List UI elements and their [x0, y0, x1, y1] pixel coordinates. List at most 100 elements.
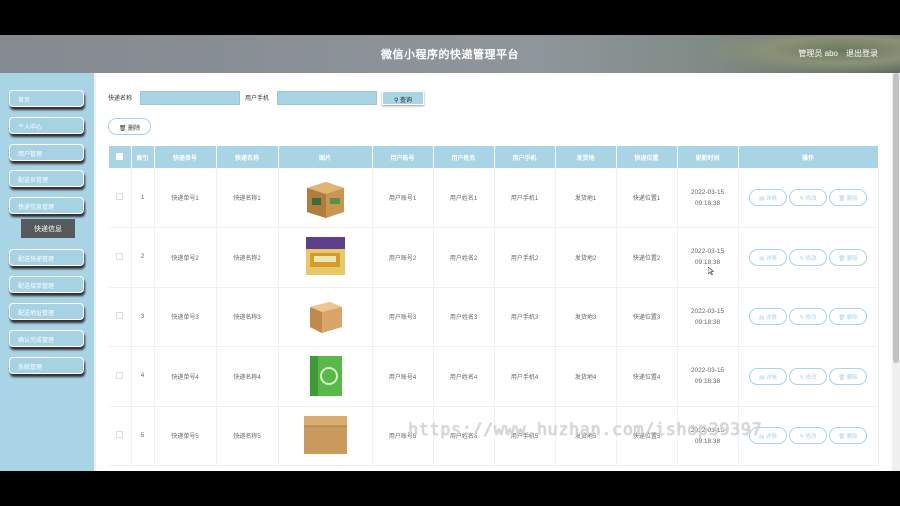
row-checkbox[interactable]: [109, 227, 132, 288]
row-actions: ▤ 详情 ✎ 修改 🗑 删除: [738, 168, 879, 228]
package-image: [301, 352, 349, 399]
select-all-checkbox[interactable]: [109, 146, 132, 168]
edit-button[interactable]: ✎ 修改: [789, 427, 827, 445]
edit-icon: ✎: [799, 434, 805, 441]
search-name-label: 快递名称: [108, 96, 133, 102]
delete-button[interactable]: 🗑 删除: [829, 367, 867, 385]
search-phone-label: 用户手机: [245, 96, 270, 102]
sidebar-item-system[interactable]: 系统管理: [9, 357, 84, 374]
batch-delete-label: 删除: [128, 126, 141, 132]
row-tracking: 快递单号2: [154, 227, 217, 288]
detail-button[interactable]: ▤ 详情: [749, 367, 787, 385]
top-header: 微信小程序的快递管理平台 管理员 abo 退出登录: [0, 35, 900, 73]
edit-button[interactable]: ✎ 修改: [789, 367, 827, 385]
scrollbar-thumb[interactable]: [893, 73, 899, 363]
row-origin: 发货地2: [555, 227, 617, 288]
row-location: 快递位置4: [616, 346, 678, 407]
row-checkbox[interactable]: [109, 287, 132, 347]
row-tracking: 快递单号5: [154, 406, 217, 466]
row-index: 5: [131, 406, 155, 466]
row-name: 快递名称3: [216, 287, 279, 347]
watermark: https://www.huzhan.com/ishop39397: [408, 420, 763, 440]
sidebar-item-users[interactable]: 用户管理: [9, 144, 84, 161]
row-time: 2022-03-15 09:18:38: [677, 168, 739, 228]
edit-icon: ✎: [799, 374, 805, 381]
row-tracking: 快递单号4: [154, 346, 217, 407]
sidebar-item-profile[interactable]: 个人中心: [9, 117, 84, 134]
sidebar-item-express-info[interactable]: 快递信息管理: [9, 197, 84, 214]
row-image-cell: [278, 346, 373, 407]
row-account: 用户账号4: [372, 346, 434, 407]
row-name: 快递名称2: [216, 227, 279, 288]
row-username: 用户姓名4: [433, 346, 495, 407]
current-user: 管理员 abo: [798, 49, 838, 58]
delete-button[interactable]: 🗑 删除: [829, 248, 867, 266]
search-icon: ⚲: [393, 98, 399, 104]
detail-button[interactable]: ▤ 详情: [749, 189, 787, 206]
scrollbar[interactable]: [892, 73, 900, 471]
row-location: 快递位置3: [616, 287, 678, 347]
col-phone: 用户手机: [494, 146, 556, 168]
row-index: 3: [131, 287, 155, 347]
sidebar-item-orders[interactable]: 配送接单管理: [9, 276, 84, 293]
package-image: [301, 292, 349, 339]
delete-button[interactable]: 🗑 删除: [829, 427, 867, 445]
row-checkbox[interactable]: [109, 406, 132, 466]
row-origin: 发货地4: [555, 346, 617, 407]
sidebar-item-couriers[interactable]: 配送员管理: [9, 170, 84, 187]
page-title: 微信小程序的快递管理平台: [381, 49, 519, 61]
sidebar-item-completion[interactable]: 确认完成管理: [9, 330, 84, 347]
row-image-cell: [278, 406, 373, 466]
search-name-input[interactable]: [140, 91, 240, 105]
sidebar-item-addresses[interactable]: 配送地址管理: [9, 303, 84, 320]
edit-icon: ✎: [799, 196, 805, 202]
table-row: 1 快递单号1 快递名称1 用户账号1 用户姓名1 用户手机1 发货地1 快递位置1 2022-…: [109, 168, 879, 228]
row-actions: ▤ 详情 ✎ 修改 🗑 删除: [738, 346, 879, 407]
row-username: 用户姓名1: [433, 168, 495, 228]
col-image: 图片: [278, 146, 373, 168]
package-image: [301, 411, 349, 458]
row-tracking: 快递单号3: [154, 287, 217, 347]
edit-button[interactable]: ✎ 修改: [789, 189, 827, 206]
table-header-row: 索引 快递单号 快递名称 图片 用户账号 用户姓名 用户手机 发货地 快递位置 …: [109, 146, 879, 168]
table-row: 2 快递单号2 快递名称2 用户账号2 用户姓名2 用户手机2 发货地2 快递位置2 2022-…: [109, 227, 879, 288]
table-row: 3 快递单号3 快递名称3 用户账号3 用户姓名3 用户手机3 发货地3 快递位置3 2022-…: [109, 287, 879, 347]
logout-link[interactable]: 退出登录: [846, 48, 878, 59]
row-account: 用户账号3: [372, 287, 434, 347]
row-checkbox[interactable]: [109, 346, 132, 407]
detail-button[interactable]: ▤ 详情: [749, 248, 787, 266]
row-actions: ▤ 详情 ✎ 修改 🗑 删除: [738, 227, 879, 288]
detail-icon: ▤: [759, 255, 765, 262]
detail-icon: ▤: [759, 374, 765, 381]
row-checkbox[interactable]: [109, 168, 132, 228]
delete-button[interactable]: 🗑 删除: [829, 308, 867, 326]
search-phone-input[interactable]: [277, 91, 377, 105]
detail-icon: ▤: [759, 315, 765, 322]
mouse-cursor-icon: [707, 262, 715, 276]
row-time: 2022-03-15 09:18:38: [677, 227, 739, 288]
trash-icon: 🗑: [838, 434, 846, 441]
row-image-cell: [278, 168, 373, 228]
trash-icon: 🗑: [118, 126, 127, 132]
trash-icon: 🗑: [838, 315, 846, 322]
detail-icon: ▤: [759, 196, 765, 202]
detail-button[interactable]: ▤ 详情: [749, 308, 787, 326]
sidebar-subitem-express-info[interactable]: 快递信息: [21, 219, 75, 238]
row-time: 2022-03-15 09:18:38: [677, 346, 739, 407]
edit-button[interactable]: ✎ 修改: [789, 308, 827, 326]
query-button[interactable]: ⚲ 查询: [382, 91, 424, 105]
batch-delete-button[interactable]: 🗑 删除: [108, 118, 151, 135]
edit-button[interactable]: ✎ 修改: [789, 248, 827, 266]
row-phone: 用户手机4: [494, 346, 556, 407]
sidebar-item-home[interactable]: 首页: [9, 90, 84, 107]
row-phone: 用户手机2: [494, 227, 556, 288]
row-time: 2022-03-15 09:18:38: [677, 287, 739, 347]
sidebar-item-delivery[interactable]: 配送快递管理: [9, 249, 84, 266]
delete-button[interactable]: 🗑 删除: [829, 189, 867, 206]
data-table: 索引 快递单号 快递名称 图片 用户账号 用户姓名 用户手机 发货地 快递位置 …: [109, 146, 879, 466]
row-account: 用户账号2: [372, 227, 434, 288]
package-image: [301, 233, 349, 280]
row-image-cell: [278, 227, 373, 288]
row-origin: 发货地3: [555, 287, 617, 347]
col-tracking: 快递单号: [154, 146, 217, 168]
